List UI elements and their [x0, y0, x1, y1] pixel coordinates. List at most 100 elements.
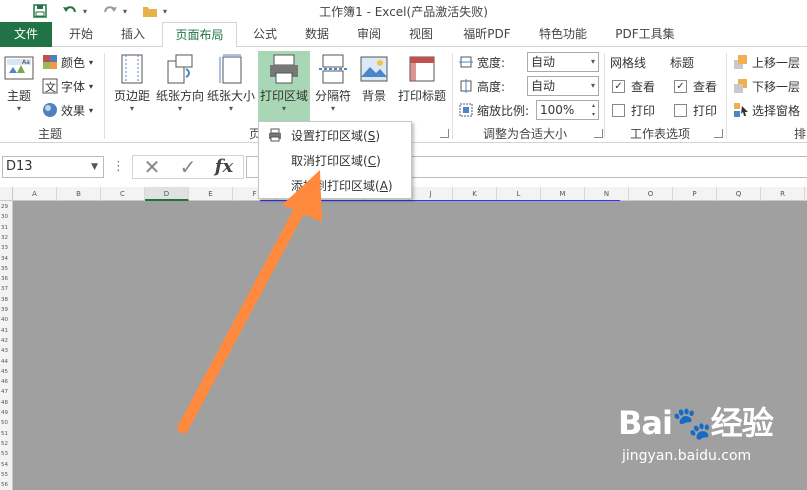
baidu-url: jingyan.baidu.com: [622, 448, 752, 464]
background-button[interactable]: 背景: [356, 51, 392, 121]
row-header[interactable]: 38: [0, 296, 12, 304]
row-header[interactable]: 30: [0, 213, 12, 221]
tab-data[interactable]: 数据: [294, 22, 340, 47]
name-box[interactable]: D13 ▼: [2, 156, 104, 178]
margins-button[interactable]: 页边距 ▾: [110, 51, 154, 121]
name-box-value: D13: [6, 159, 33, 174]
orientation-button[interactable]: 纸张方向 ▾: [156, 51, 204, 121]
gridlines-view-checkbox[interactable]: ✓ 查看: [612, 75, 655, 97]
effects-button[interactable]: 效果 ▾: [42, 99, 93, 121]
row-header[interactable]: 48: [0, 399, 12, 407]
row-header[interactable]: 43: [0, 347, 12, 355]
row-header[interactable]: 40: [0, 316, 12, 324]
row-header[interactable]: 49: [0, 409, 12, 417]
column-header[interactable]: A: [13, 187, 57, 201]
tab-special[interactable]: 特色功能: [530, 22, 596, 47]
tab-foxit-pdf[interactable]: 福昕PDF: [452, 22, 522, 47]
send-backward-label: 下移一层: [752, 79, 801, 94]
height-row: 高度:: [458, 75, 505, 97]
row-header[interactable]: 44: [0, 358, 12, 366]
page-setup-launcher-icon[interactable]: [440, 129, 449, 138]
row-header[interactable]: 29: [0, 203, 12, 211]
width-select[interactable]: 自动 ▾: [527, 52, 599, 72]
row-header[interactable]: 45: [0, 368, 12, 376]
scale-launcher-icon[interactable]: [594, 129, 603, 138]
column-header[interactable]: M: [541, 187, 585, 201]
column-header[interactable]: D: [145, 187, 189, 201]
select-all-corner[interactable]: [0, 187, 13, 201]
height-select[interactable]: 自动 ▾: [527, 76, 599, 96]
cancel-icon[interactable]: ✕: [138, 155, 166, 179]
row-header[interactable]: 50: [0, 419, 12, 427]
send-backward-button[interactable]: 下移一层: [733, 75, 800, 97]
themes-button[interactable]: Aa 主题 ▾: [2, 51, 36, 121]
bring-forward-button[interactable]: 上移一层: [733, 51, 800, 73]
tab-review[interactable]: 审阅: [346, 22, 392, 47]
column-header[interactable]: K: [453, 187, 497, 201]
column-header[interactable]: B: [57, 187, 101, 201]
tab-file[interactable]: 文件: [0, 22, 52, 47]
row-header[interactable]: 41: [0, 327, 12, 335]
enter-icon[interactable]: ✓: [174, 155, 202, 179]
row-header[interactable]: 36: [0, 275, 12, 283]
fonts-button[interactable]: 文 字体 ▾: [42, 75, 93, 97]
column-header[interactable]: P: [673, 187, 717, 201]
more-options-icon[interactable]: ⋮: [112, 155, 125, 179]
column-header[interactable]: C: [101, 187, 145, 201]
tab-pdf-tools[interactable]: PDF工具集: [606, 22, 684, 47]
insert-function-icon[interactable]: fx: [208, 155, 240, 179]
gridlines-print-checkbox[interactable]: 打印: [612, 99, 655, 121]
column-header[interactable]: J: [409, 187, 453, 201]
tab-page-layout[interactable]: 页面布局: [162, 22, 237, 48]
column-header[interactable]: O: [629, 187, 673, 201]
column-header[interactable]: E: [189, 187, 233, 201]
colors-button[interactable]: 颜色 ▾: [42, 51, 93, 73]
row-header[interactable]: 33: [0, 244, 12, 252]
breaks-button[interactable]: 分隔符 ▾: [312, 51, 354, 121]
group-separator: [726, 53, 727, 139]
row-header[interactable]: 52: [0, 440, 12, 448]
column-header[interactable]: L: [497, 187, 541, 201]
row-header[interactable]: 55: [0, 471, 12, 479]
headings-print-checkbox[interactable]: 打印: [674, 99, 717, 121]
row-header[interactable]: 31: [0, 224, 12, 232]
row-header[interactable]: 46: [0, 378, 12, 386]
row-header[interactable]: 53: [0, 450, 12, 458]
themes-icon: Aa: [3, 53, 35, 85]
print-titles-button[interactable]: 打印标题: [396, 51, 448, 121]
height-icon: [458, 78, 474, 94]
row-header[interactable]: 32: [0, 234, 12, 242]
set-print-area-end: ): [375, 129, 380, 143]
menu-item-clear-print-area[interactable]: 取消打印区域(C): [260, 149, 411, 173]
row-header[interactable]: 39: [0, 306, 12, 314]
row-header[interactable]: 56: [0, 481, 12, 489]
column-header[interactable]: N: [585, 187, 629, 201]
row-header[interactable]: 37: [0, 285, 12, 293]
column-header[interactable]: Q: [717, 187, 761, 201]
scale-spinner[interactable]: 100% ▴ ▾: [536, 100, 599, 120]
sheet-options-launcher-icon[interactable]: [714, 129, 723, 138]
arrange-group-label: 排: [793, 127, 806, 141]
column-header[interactable]: R: [761, 187, 805, 201]
selection-pane-button[interactable]: 选择窗格: [733, 99, 800, 121]
tab-home[interactable]: 开始: [58, 22, 104, 47]
menu-item-add-to-print-area[interactable]: 添加到打印区域(A): [260, 174, 411, 198]
row-header[interactable]: 51: [0, 430, 12, 438]
row-header[interactable]: 42: [0, 337, 12, 345]
tab-view[interactable]: 视图: [398, 22, 444, 47]
headings-view-checkbox[interactable]: ✓ 查看: [674, 75, 717, 97]
print-area-button[interactable]: 打印区域 ▾: [258, 51, 310, 123]
size-button[interactable]: 纸张大小 ▾: [206, 51, 256, 121]
row-header[interactable]: 35: [0, 265, 12, 273]
row-header[interactable]: 54: [0, 461, 12, 469]
row-header[interactable]: 47: [0, 388, 12, 396]
size-label: 纸张大小: [206, 89, 255, 103]
tab-insert[interactable]: 插入: [110, 22, 156, 47]
menu-item-set-print-area[interactable]: 设置打印区域(S): [260, 124, 411, 148]
print-titles-icon: [406, 53, 438, 85]
orientation-icon: [164, 53, 196, 85]
gridlines-view-label: 查看: [631, 79, 656, 94]
scale-value: 100%: [540, 103, 575, 117]
row-header[interactable]: 34: [0, 255, 12, 263]
tab-formulas[interactable]: 公式: [243, 22, 287, 47]
